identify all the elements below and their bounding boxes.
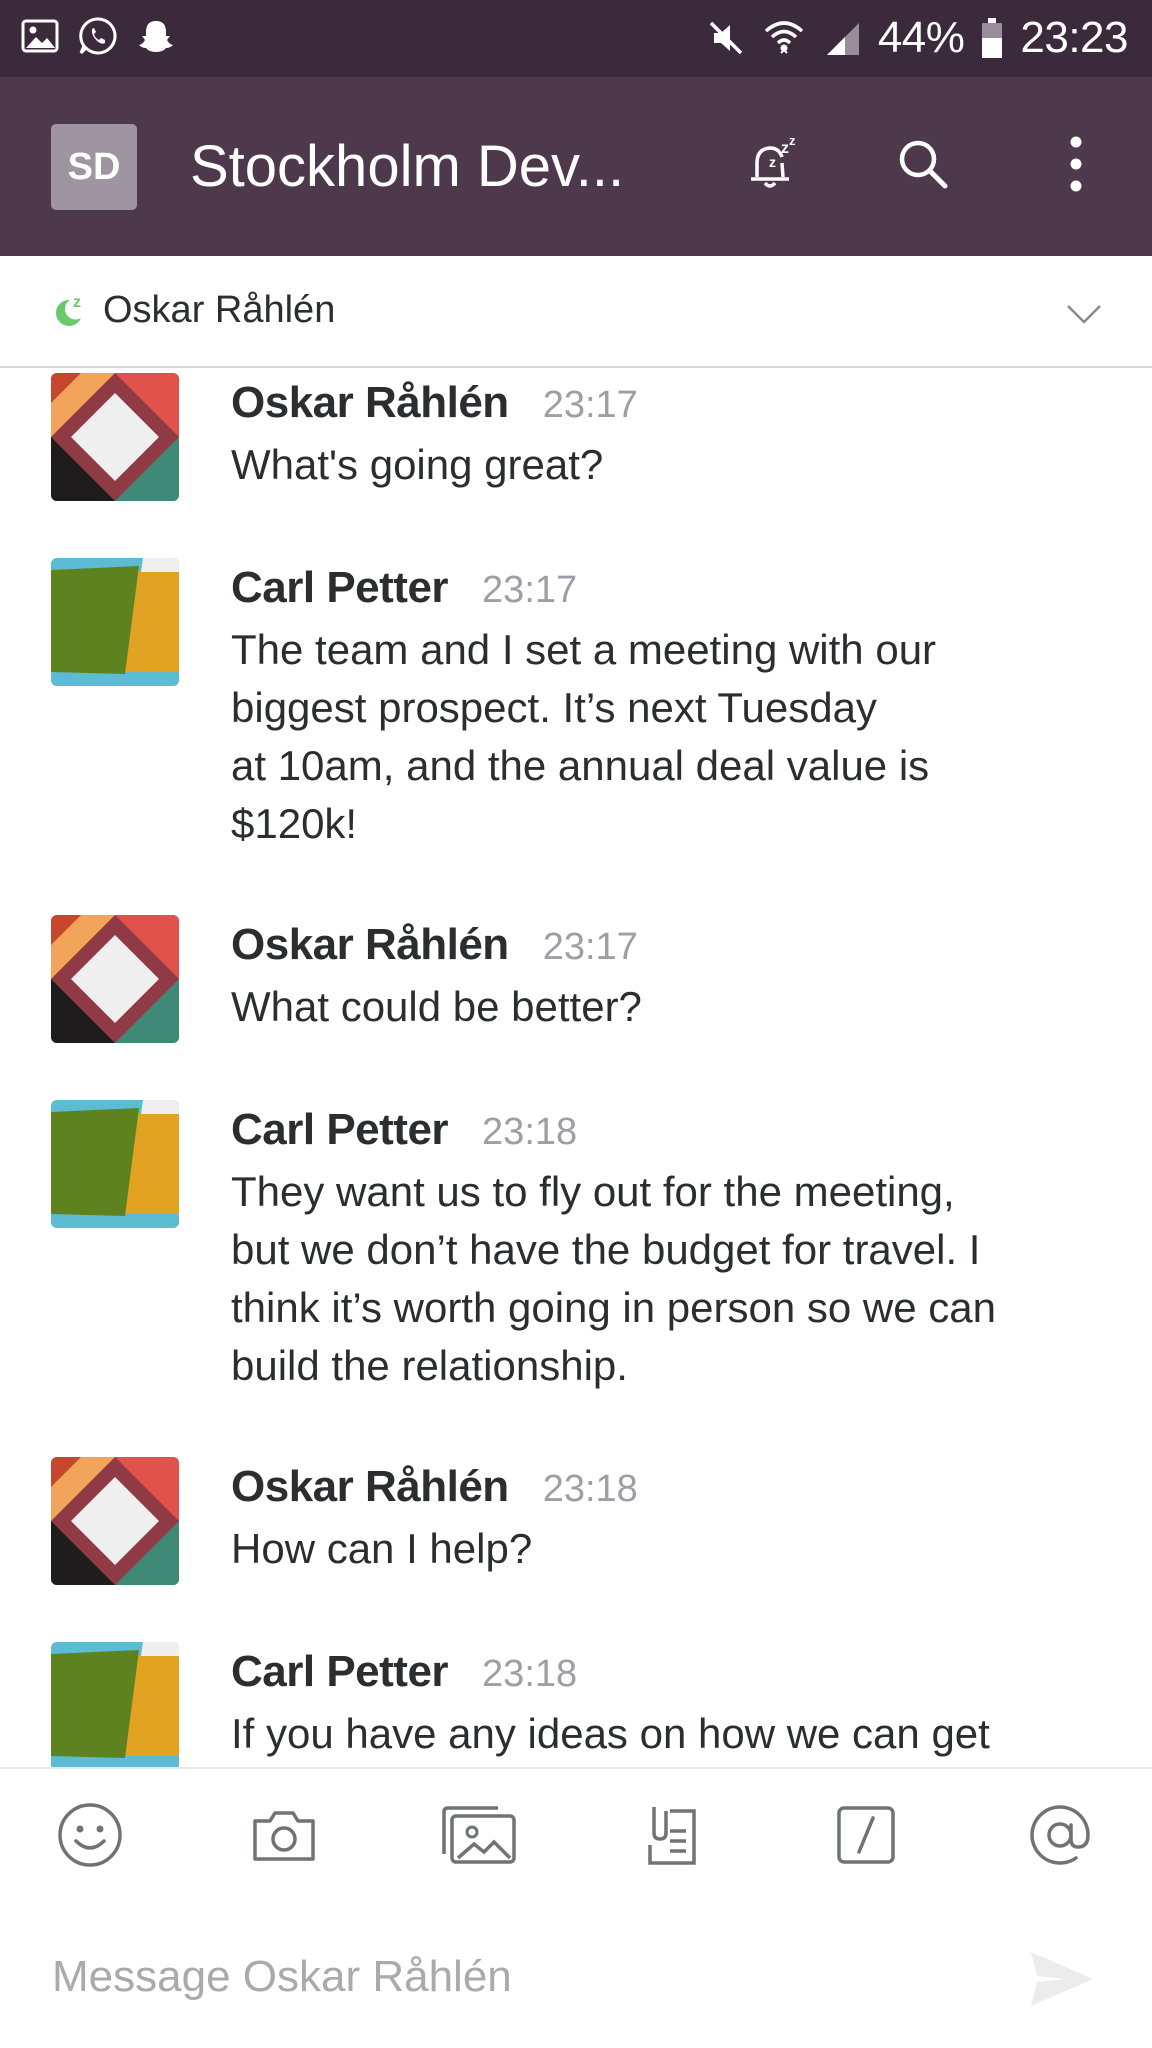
svg-text:z: z [73, 294, 81, 311]
svg-text:z: z [781, 140, 789, 157]
wifi-icon [762, 16, 806, 60]
message-header: Carl Petter 23:18 [231, 1105, 577, 1155]
status-bar: 44% 23:23 [0, 0, 1152, 77]
avatar-carl[interactable] [51, 1642, 179, 1767]
message-header: Oskar Råhlén 23:17 [231, 920, 638, 970]
mute-icon [704, 16, 748, 60]
photo-gallery-icon [438, 1804, 518, 1871]
message-list[interactable]: Oskar Råhlén 23:17 What's going great? C… [0, 370, 1152, 1767]
emoji-button[interactable] [52, 1799, 128, 1875]
message-composer [0, 1902, 1152, 2048]
overflow-menu-icon [1066, 134, 1086, 199]
message-header: Carl Petter 23:17 [231, 563, 577, 613]
photo-gallery-button[interactable] [440, 1799, 516, 1875]
sender-name[interactable]: Oskar Råhlén [231, 1462, 509, 1512]
snapchat-icon [134, 14, 178, 58]
file-icon [640, 1801, 704, 1874]
channel-header[interactable]: z Oskar Råhlén [0, 256, 1152, 368]
gallery-icon [18, 14, 62, 58]
battery-icon [978, 16, 1006, 60]
message-timestamp: 23:17 [542, 926, 638, 968]
message-text: How can I help? [231, 1525, 533, 1572]
battery-percent: 44% [877, 13, 965, 62]
system-status: 44% 23:23 [704, 10, 1128, 66]
message-header: Carl Petter 23:18 [231, 1647, 577, 1697]
message-timestamp: 23:17 [542, 384, 638, 426]
team-name[interactable]: Stockholm Dev... [190, 133, 624, 200]
message-text: What could be better? [231, 983, 642, 1030]
search-icon [893, 134, 953, 199]
svg-text:z: z [769, 154, 776, 170]
avatar-carl[interactable] [51, 1100, 179, 1228]
message-text: If you have any ideas on how we can get [231, 1710, 990, 1757]
message-input[interactable] [52, 1942, 952, 2012]
composer-toolbar [0, 1767, 1152, 1902]
whatsapp-icon [76, 14, 120, 58]
message-text: The team and I set a meeting with our bi… [231, 626, 937, 847]
presence-snoozed-icon: z [48, 292, 88, 332]
mention-button[interactable] [1022, 1799, 1098, 1875]
avatar-oskar[interactable] [51, 373, 179, 501]
send-button[interactable] [1022, 1946, 1102, 2016]
message-timestamp: 23:18 [482, 1653, 578, 1695]
avatar-oskar[interactable] [51, 1457, 179, 1585]
channel-name: Oskar Råhlén [103, 289, 336, 331]
search-button[interactable] [878, 121, 968, 211]
send-icon [1027, 1948, 1097, 2015]
message-text: They want us to fly out for the meeting,… [231, 1168, 996, 1389]
message-header: Oskar Råhlén 23:17 [231, 378, 638, 428]
slash-command-button[interactable] [828, 1799, 904, 1875]
sender-name[interactable]: Carl Petter [231, 563, 449, 613]
message-timestamp: 23:18 [542, 1468, 638, 1510]
sender-name[interactable]: Oskar Råhlén [231, 378, 509, 428]
avatar-oskar[interactable] [51, 915, 179, 1043]
chevron-down-icon[interactable] [1056, 286, 1112, 342]
emoji-icon [56, 1801, 124, 1874]
svg-text:z: z [789, 133, 796, 148]
message-timestamp: 23:17 [482, 569, 578, 611]
snooze-bell-icon: zzz [741, 133, 803, 200]
app-header: SD Stockholm Dev... zzz [0, 77, 1152, 256]
team-switcher-button[interactable]: SD [51, 124, 137, 210]
signal-icon [820, 16, 864, 60]
slash-command-icon [835, 1804, 897, 1871]
avatar-carl[interactable] [51, 558, 179, 686]
mention-icon [1026, 1801, 1094, 1874]
notification-icons [18, 14, 178, 58]
message-timestamp: 23:18 [482, 1111, 578, 1153]
camera-icon [250, 1805, 318, 1870]
overflow-menu-button[interactable] [1031, 121, 1121, 211]
sender-name[interactable]: Oskar Råhlén [231, 920, 509, 970]
file-button[interactable] [634, 1799, 710, 1875]
team-initials: SD [67, 145, 121, 188]
sender-name[interactable]: Carl Petter [231, 1105, 449, 1155]
message-text: What's going great? [231, 441, 604, 488]
message-header: Oskar Råhlén 23:18 [231, 1462, 638, 1512]
camera-button[interactable] [246, 1799, 322, 1875]
sender-name[interactable]: Carl Petter [231, 1647, 449, 1697]
snooze-notifications-button[interactable]: zzz [727, 121, 817, 211]
clock: 23:23 [1020, 13, 1128, 62]
